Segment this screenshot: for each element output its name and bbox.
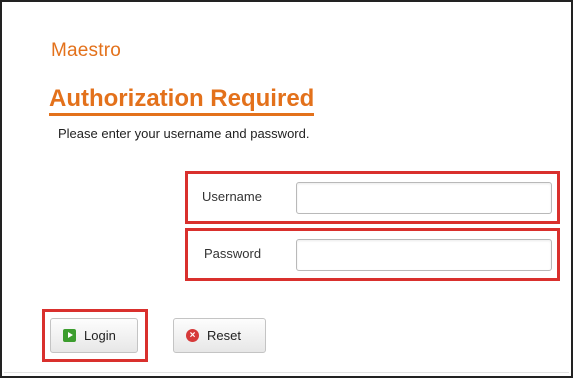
instructions-text: Please enter your username and password.	[58, 126, 310, 141]
reset-icon: ×	[186, 329, 199, 342]
username-highlight: Username	[185, 171, 560, 224]
brand-name: Maestro	[51, 40, 122, 61]
footer-divider	[4, 372, 569, 373]
password-label: Password	[204, 246, 262, 261]
username-label: Username	[202, 189, 262, 204]
login-label: Login	[84, 328, 116, 343]
password-input[interactable]	[296, 239, 552, 271]
reset-label: Reset	[207, 328, 241, 343]
page-title: Authorization Required	[49, 86, 315, 117]
username-input[interactable]	[296, 182, 552, 214]
login-button[interactable]: Login	[50, 318, 138, 353]
password-highlight: Password	[185, 228, 560, 281]
reset-button[interactable]: × Reset	[173, 318, 266, 353]
login-icon	[63, 329, 76, 342]
login-panel: Maestro Authorization Required Please en…	[0, 0, 573, 378]
